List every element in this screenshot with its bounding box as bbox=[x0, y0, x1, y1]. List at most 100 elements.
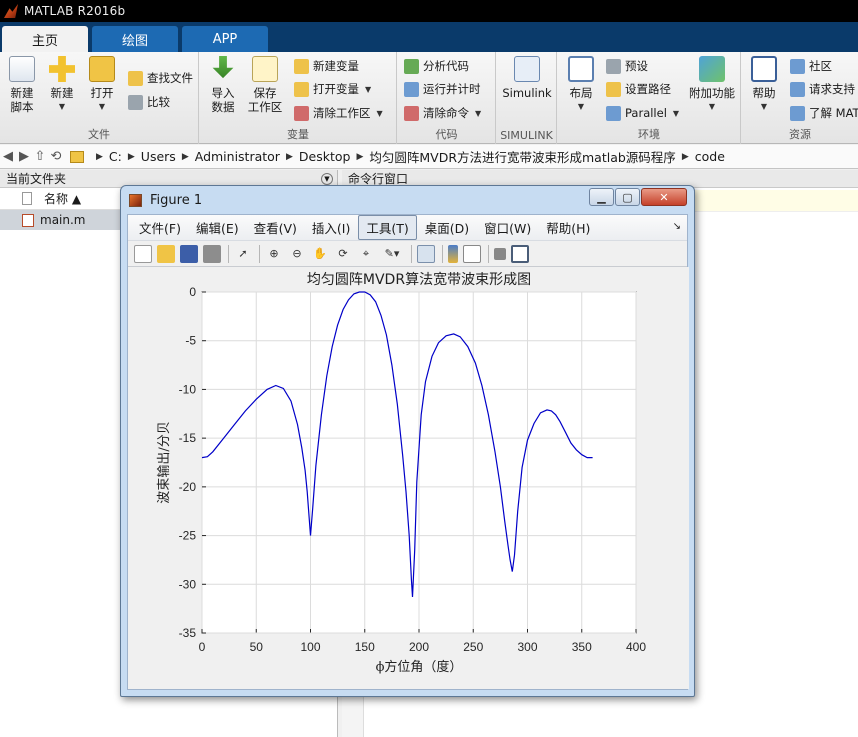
breadcrumb-desktop[interactable]: Desktop bbox=[299, 149, 351, 164]
show-plot-tools-icon[interactable] bbox=[511, 244, 529, 263]
layout-button[interactable]: 布局 ▼ bbox=[561, 56, 601, 114]
save-icon[interactable] bbox=[180, 244, 198, 263]
learn-matlab-button[interactable]: 了解 MAT bbox=[790, 103, 858, 123]
breadcrumb-code[interactable]: code bbox=[695, 149, 725, 164]
clear-commands-icon bbox=[404, 105, 419, 121]
simulink-button[interactable]: Simulink bbox=[501, 56, 553, 100]
save-workspace-icon bbox=[252, 56, 278, 82]
open-file-icon[interactable] bbox=[157, 244, 175, 263]
new-button[interactable]: 新建 ▼ bbox=[42, 56, 82, 114]
new-label: 新建 bbox=[50, 86, 74, 100]
data-cursor-icon[interactable]: ⌖ bbox=[357, 245, 375, 263]
parallel-button[interactable]: Parallel ▼ bbox=[606, 103, 679, 123]
file-name: main.m bbox=[40, 213, 86, 227]
dock-arrow-icon[interactable]: ↘ bbox=[673, 221, 681, 232]
zoom-out-icon[interactable]: ⊖ bbox=[288, 245, 306, 263]
up-folder-icon[interactable]: ⇧ bbox=[32, 149, 48, 164]
chevron-right-icon: ▶ bbox=[285, 151, 293, 162]
open-variable-button[interactable]: 打开变量 ▼ bbox=[294, 79, 371, 99]
open-button[interactable]: 打开 ▼ bbox=[82, 56, 122, 114]
plus-icon bbox=[49, 56, 75, 82]
browse-folder-icon[interactable]: ⟲ bbox=[48, 149, 64, 164]
ribbon-group-file: 新建 脚本 新建 ▼ 打开 ▼ 查找文件 比较 文件 bbox=[0, 52, 199, 144]
learn-matlab-label: 了解 MAT bbox=[809, 106, 858, 120]
print-icon[interactable] bbox=[203, 244, 221, 263]
back-arrow-icon[interactable]: ◀ bbox=[0, 149, 16, 164]
menu-window[interactable]: 窗口(W) bbox=[477, 216, 538, 239]
gear-icon bbox=[606, 58, 621, 74]
tab-plots[interactable]: 绘图 bbox=[92, 26, 178, 52]
clear-commands-button[interactable]: 清除命令 ▼ bbox=[404, 103, 481, 123]
breadcrumb-users[interactable]: Users bbox=[141, 149, 176, 164]
chevron-down-icon: ▼ bbox=[58, 102, 66, 111]
menu-tools[interactable]: 工具(T) bbox=[358, 215, 417, 240]
new-figure-icon[interactable] bbox=[134, 244, 152, 263]
tab-apps[interactable]: APP bbox=[182, 26, 268, 52]
link-plot-icon[interactable] bbox=[417, 244, 435, 263]
clear-workspace-button[interactable]: 清除工作区 ▼ bbox=[294, 103, 383, 123]
compare-button[interactable]: 比较 bbox=[128, 92, 170, 112]
maximize-button[interactable]: ▢ bbox=[615, 188, 640, 206]
toolbar-separator bbox=[442, 244, 443, 263]
forward-arrow-icon[interactable]: ▶ bbox=[16, 149, 32, 164]
figure-title: Figure 1 bbox=[150, 192, 203, 208]
find-files-button[interactable]: 查找文件 bbox=[128, 68, 193, 88]
breadcrumb-project[interactable]: 均匀圆阵MVDR方法进行宽带波束形成matlab源码程序 bbox=[369, 147, 675, 166]
group-label-resources: 资源 bbox=[789, 128, 811, 141]
x-axis-label: ϕ方位角（度） bbox=[376, 659, 463, 675]
import-data-button[interactable]: 导入 数据 bbox=[203, 56, 243, 114]
figure-menu-bar: 文件(F) 编辑(E) 查看(V) 插入(I) 工具(T) 桌面(D) 窗口(W… bbox=[128, 215, 687, 241]
chevron-down-icon: ▼ bbox=[672, 108, 680, 118]
community-label: 社区 bbox=[809, 59, 832, 73]
breadcrumb-administrator[interactable]: Administrator bbox=[195, 149, 280, 164]
breadcrumb-c[interactable]: C: bbox=[109, 149, 122, 164]
clear-commands-label: 清除命令 bbox=[423, 106, 469, 120]
add-ons-button[interactable]: 附加功能 ▼ bbox=[686, 56, 738, 114]
chevron-down-icon: ▼ bbox=[376, 108, 383, 118]
menu-help[interactable]: 帮助(H) bbox=[539, 216, 597, 239]
analyze-code-button[interactable]: 分析代码 bbox=[404, 56, 469, 76]
ribbon-group-code: 分析代码 运行并计时 清除命令 ▼ 代码 bbox=[398, 52, 496, 144]
rotate-3d-icon[interactable]: ⟳ bbox=[334, 245, 352, 263]
set-path-label: 设置路径 bbox=[625, 82, 671, 96]
clear-workspace-icon bbox=[294, 105, 309, 121]
pointer-icon[interactable]: ➚ bbox=[234, 245, 252, 263]
new-script-button[interactable]: 新建 脚本 bbox=[2, 56, 42, 114]
hide-plot-tools-icon[interactable] bbox=[494, 247, 506, 260]
chevron-right-icon: ▶ bbox=[356, 151, 364, 162]
chevron-down-icon: ▼ bbox=[577, 102, 585, 111]
colorbar-icon[interactable] bbox=[448, 244, 458, 263]
chevron-right-icon: ▶ bbox=[681, 151, 689, 162]
community-button[interactable]: 社区 bbox=[790, 56, 832, 76]
menu-desktop[interactable]: 桌面(D) bbox=[418, 216, 476, 239]
x-tick-label: 100 bbox=[300, 640, 320, 654]
file-type-icon bbox=[22, 192, 32, 205]
request-support-button[interactable]: 请求支持 bbox=[790, 79, 855, 99]
x-tick-label: 350 bbox=[572, 640, 592, 654]
zoom-in-icon[interactable]: ⊕ bbox=[265, 245, 283, 263]
menu-file[interactable]: 文件(F) bbox=[132, 216, 188, 239]
menu-view[interactable]: 查看(V) bbox=[247, 216, 304, 239]
menu-edit[interactable]: 编辑(E) bbox=[189, 216, 246, 239]
chevron-down-icon: ▼ bbox=[760, 102, 768, 111]
close-button[interactable]: ✕ bbox=[641, 188, 687, 206]
minimize-button[interactable]: ▁ bbox=[589, 188, 614, 206]
run-and-time-button[interactable]: 运行并计时 bbox=[404, 79, 481, 99]
legend-icon[interactable] bbox=[463, 244, 481, 263]
x-tick-label: 50 bbox=[250, 640, 264, 654]
preferences-button[interactable]: 预设 bbox=[606, 56, 648, 76]
m-file-icon bbox=[22, 213, 34, 227]
new-variable-button[interactable]: 新建变量 bbox=[294, 56, 359, 76]
set-path-button[interactable]: 设置路径 bbox=[606, 79, 671, 99]
chart-title: 均匀圆阵MVDR算法宽带波束形成图 bbox=[307, 271, 531, 288]
menu-insert[interactable]: 插入(I) bbox=[305, 216, 357, 239]
brush-icon[interactable]: ✎▾ bbox=[380, 245, 404, 263]
layout-label: 布局 bbox=[569, 86, 593, 100]
tab-home[interactable]: 主页 bbox=[2, 26, 88, 52]
panel-menu-icon[interactable]: ▼ bbox=[321, 172, 333, 185]
x-tick-label: 150 bbox=[355, 640, 375, 654]
save-workspace-button[interactable]: 保存 工作区 bbox=[245, 56, 285, 114]
y-tick-label: -35 bbox=[179, 626, 197, 640]
pan-hand-icon[interactable]: ✋ bbox=[311, 245, 329, 263]
help-button[interactable]: 帮助 ▼ bbox=[744, 56, 784, 114]
